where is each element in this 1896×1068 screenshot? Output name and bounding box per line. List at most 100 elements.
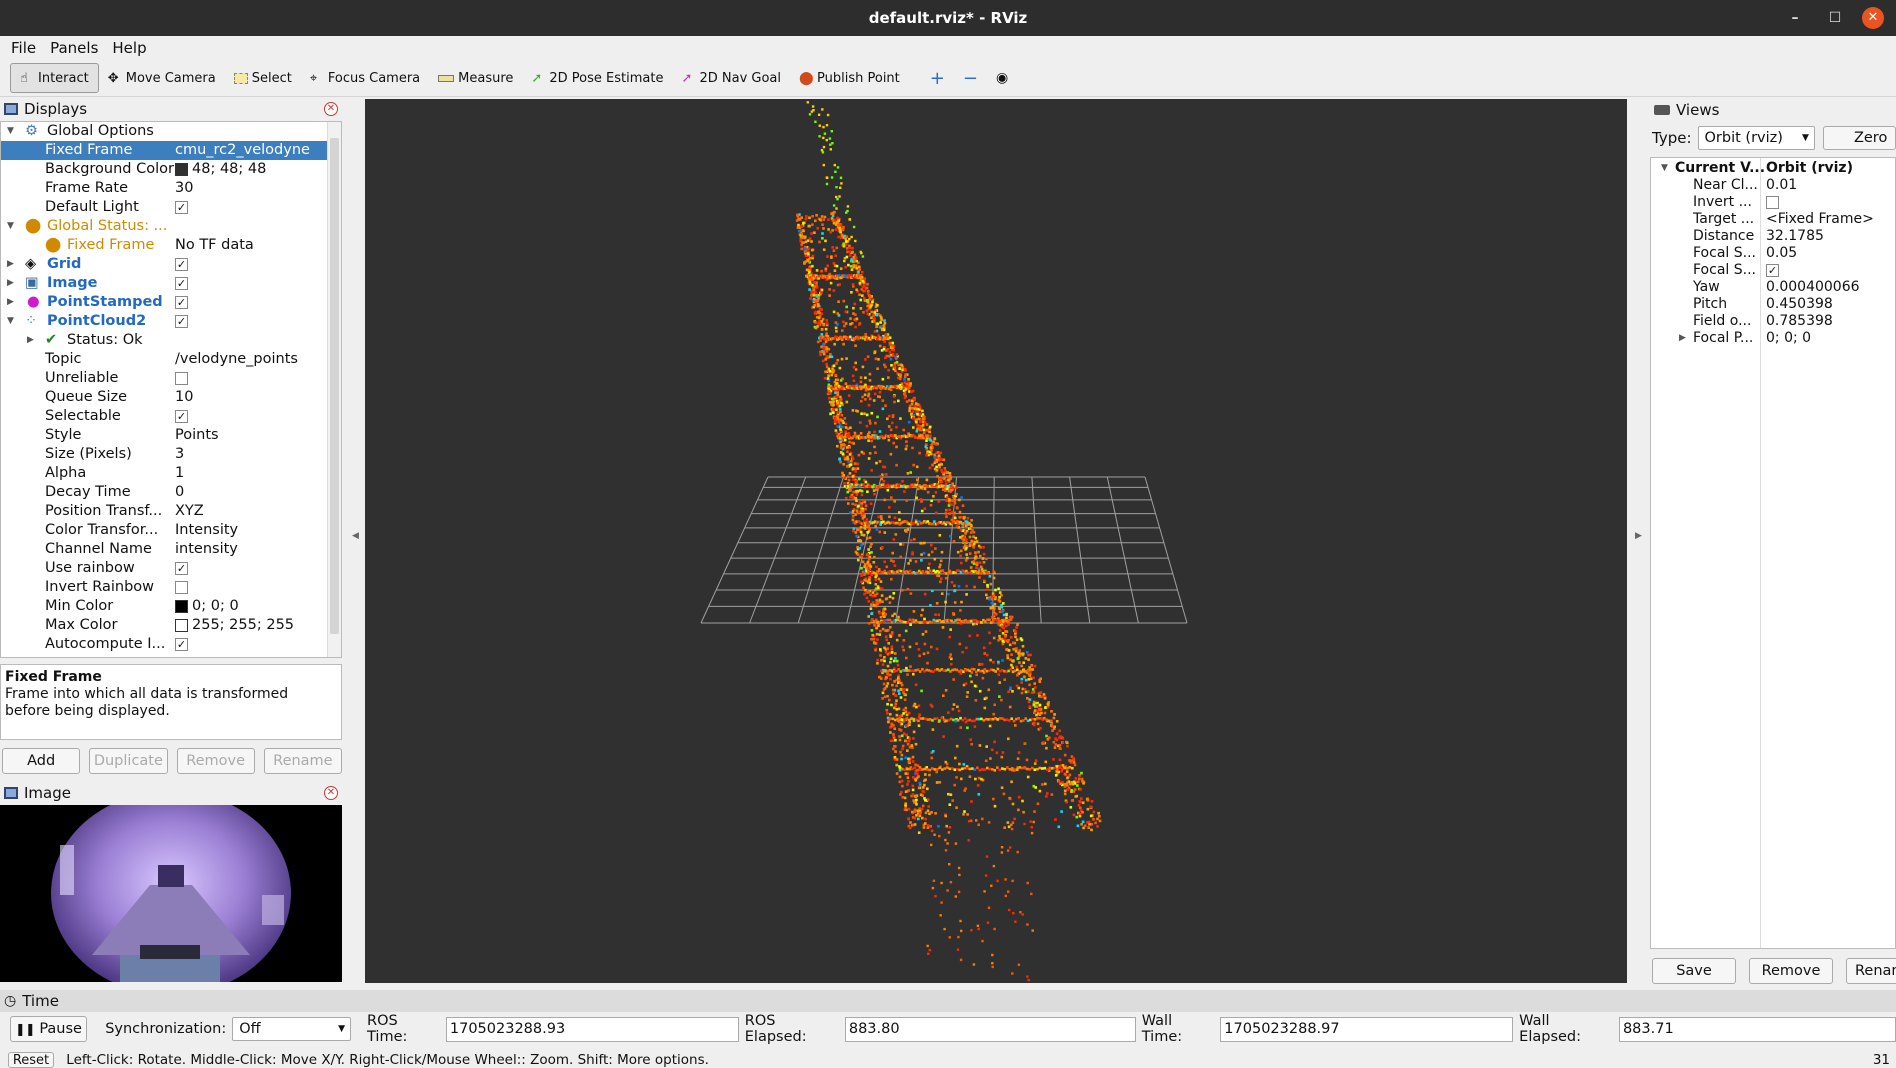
tool-properties-button[interactable]: ◉ (987, 63, 1017, 93)
checkbox[interactable]: ✓ (175, 276, 188, 290)
checkbox[interactable]: ✓ (175, 409, 188, 423)
tree-row-pointcloud2[interactable]: ▼ ⁘ PointCloud2 ✓ (1, 312, 341, 331)
chevron-down-icon[interactable]: ▼ (7, 122, 14, 141)
ros-time-field[interactable]: 1705023288.93 (445, 1016, 739, 1042)
tree-row-channel-name[interactable]: Channel Name intensity (1, 540, 341, 559)
prop-value[interactable]: intensity (175, 540, 238, 559)
close-icon[interactable]: ✕ (324, 786, 338, 800)
color-swatch[interactable] (175, 162, 188, 176)
checkbox[interactable] (1766, 195, 1779, 209)
zero-button[interactable]: Zero (1822, 126, 1896, 150)
tree-row-min-color[interactable]: Min Color 0; 0; 0 (1, 597, 341, 616)
tree-row-invert-rainbow[interactable]: Invert Rainbow (1, 578, 341, 597)
close-icon[interactable]: ✕ (324, 102, 338, 116)
color-swatch[interactable] (175, 618, 188, 632)
tree-row-status-fixed-frame[interactable]: ⬤ Fixed Frame No TF data (1, 236, 341, 255)
save-view-button[interactable]: Save (1652, 958, 1736, 984)
tree-row-position-transformer[interactable]: Position Transf... XYZ (1, 502, 341, 521)
minimize-button[interactable]: – (1782, 5, 1808, 31)
collapse-right-icon[interactable]: ▶ (1635, 531, 1642, 541)
displays-tree[interactable]: ▼ ⚙ Global Options Fixed Frame cmu_rc2_velo… (0, 121, 342, 658)
tree-scrollbar[interactable] (327, 122, 341, 657)
move-camera-tool[interactable]: ✥ Move Camera (99, 63, 225, 93)
view-row-target[interactable]: Target ... <Fixed Frame> (1651, 211, 1895, 228)
chevron-right-icon[interactable]: ▶ (7, 255, 14, 274)
close-button[interactable]: ✕ (1862, 7, 1884, 29)
menu-file[interactable]: File (4, 39, 43, 57)
tree-row-autocompute[interactable]: Autocompute I... ✓ (1, 635, 341, 654)
checkbox[interactable]: ✓ (175, 561, 188, 575)
nav-goal-tool[interactable]: ➚ 2D Nav Goal (672, 63, 790, 93)
view-row-current[interactable]: ▼ Current V... Orbit (rviz) (1651, 160, 1895, 177)
prop-value[interactable]: cmu_rc2_velodyne (175, 141, 310, 160)
checkbox[interactable]: ✓ (175, 257, 188, 271)
tree-row-selectable[interactable]: Selectable ✓ (1, 407, 341, 426)
tree-row-global-options[interactable]: ▼ ⚙ Global Options (1, 122, 341, 141)
remove-button[interactable]: Remove (176, 748, 255, 774)
menu-help[interactable]: Help (105, 39, 153, 57)
view-row-invert[interactable]: Invert ... (1651, 194, 1895, 211)
tree-row-background-color[interactable]: Background Color 48; 48; 48 (1, 160, 341, 179)
view-row-pitch[interactable]: Pitch 0.450398 (1651, 296, 1895, 313)
tree-row-style[interactable]: Style Points (1, 426, 341, 445)
tree-row-queue-size[interactable]: Queue Size 10 (1, 388, 341, 407)
color-swatch[interactable] (175, 599, 188, 613)
chevron-right-icon[interactable]: ▶ (1679, 330, 1686, 347)
measure-tool[interactable]: Measure (429, 63, 522, 93)
tree-row-max-color[interactable]: Max Color 255; 255; 255 (1, 616, 341, 635)
tree-row-fixed-frame[interactable]: Fixed Frame cmu_rc2_velodyne (1, 141, 341, 160)
view-row-yaw[interactable]: Yaw 0.000400066 (1651, 279, 1895, 296)
tree-row-decay-time[interactable]: Decay Time 0 (1, 483, 341, 502)
remove-view-button[interactable]: Remove (1749, 958, 1833, 984)
maximize-button[interactable]: ☐ (1822, 5, 1848, 31)
prop-value[interactable]: 10 (175, 388, 193, 407)
rename-button[interactable]: Rename (263, 748, 342, 774)
checkbox[interactable]: ✓ (175, 637, 188, 651)
prop-value[interactable]: <Fixed Frame> (1766, 211, 1874, 228)
publish-point-tool[interactable]: ⬤ Publish Point (790, 63, 909, 93)
prop-value[interactable]: 32.1785 (1766, 228, 1824, 245)
view-type-select[interactable]: Orbit (rviz) ▼ (1697, 126, 1815, 150)
reset-button[interactable]: Reset (8, 1052, 54, 1068)
tree-row-global-status[interactable]: ▼ ⬤ Global Status: ... (1, 217, 341, 236)
prop-value[interactable]: 0 (175, 483, 184, 502)
tree-row-unreliable[interactable]: Unreliable (1, 369, 341, 388)
chevron-down-icon[interactable]: ▼ (7, 312, 14, 331)
checkbox[interactable] (175, 580, 188, 594)
prop-value[interactable]: 3 (175, 445, 184, 464)
tree-row-image[interactable]: ▶ ▣ Image ✓ (1, 274, 341, 293)
point-cloud-scene[interactable] (365, 99, 1627, 983)
prop-value[interactable]: 0; 0; 0 (1766, 330, 1811, 347)
scrollbar-thumb[interactable] (330, 138, 339, 634)
chevron-down-icon[interactable]: ▼ (7, 217, 14, 236)
view-row-near-clip[interactable]: Near Cl... 0.01 (1651, 177, 1895, 194)
checkbox[interactable] (175, 371, 188, 385)
collapse-left-icon[interactable]: ◀ (352, 531, 359, 541)
wall-time-field[interactable]: 1705023288.97 (1220, 1016, 1514, 1042)
duplicate-button[interactable]: Duplicate (89, 748, 168, 774)
ros-elapsed-field[interactable]: 883.80 (844, 1016, 1136, 1042)
3d-render-viewport[interactable] (365, 99, 1627, 983)
view-row-focal-shape-fixed[interactable]: Focal S... ✓ (1651, 262, 1895, 279)
tree-row-color-transformer[interactable]: Color Transfor... Intensity (1, 521, 341, 540)
wall-elapsed-field[interactable]: 883.71 (1618, 1016, 1896, 1042)
select-tool[interactable]: Select (225, 63, 301, 93)
tree-row-topic[interactable]: Topic/velodyne_points (1, 350, 341, 369)
view-row-focal-point[interactable]: ▶ Focal P... 0; 0; 0 (1651, 330, 1895, 347)
tree-row-status-ok[interactable]: ▶ ✔ Status: Ok (1, 331, 341, 350)
left-splitter[interactable]: ◀ (343, 99, 365, 983)
prop-value[interactable]: Points (175, 426, 219, 445)
right-splitter[interactable]: ▶ (1627, 99, 1650, 983)
view-properties-tree[interactable]: ▼ Current V... Orbit (rviz) Near Cl... 0.01… (1650, 157, 1896, 949)
prop-value[interactable]: /velodyne_points (175, 350, 298, 369)
prop-value[interactable]: Intensity (175, 521, 238, 540)
checkbox[interactable]: ✓ (1766, 263, 1779, 277)
tree-row-grid[interactable]: ▶ ◈ Grid ✓ (1, 255, 341, 274)
prop-value[interactable]: 30 (175, 179, 193, 198)
prop-value[interactable]: XYZ (175, 502, 204, 521)
tree-row-frame-rate[interactable]: Frame Rate 30 (1, 179, 341, 198)
add-tool-button[interactable]: + (921, 63, 954, 93)
add-button[interactable]: Add (2, 748, 81, 774)
tree-row-size[interactable]: Size (Pixels) 3 (1, 445, 341, 464)
chevron-right-icon[interactable]: ▶ (7, 293, 14, 312)
